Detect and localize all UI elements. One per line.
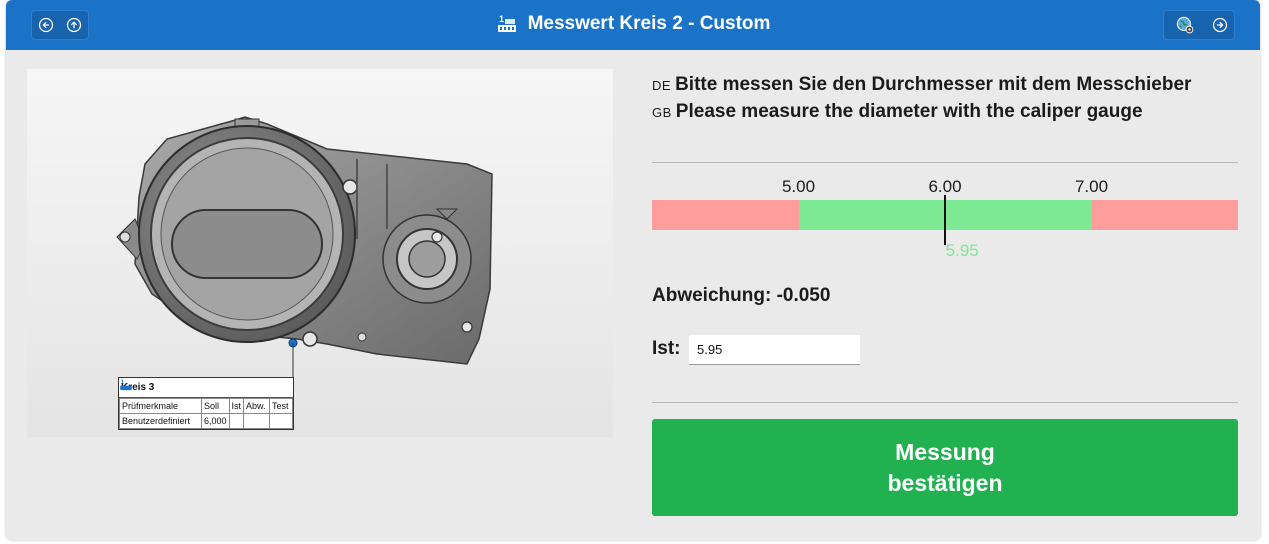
window-title-wrap: 1 Messwert Kreis 2 - Custom (6, 13, 1260, 35)
confirm-label-line1: Messung (895, 438, 995, 465)
svg-text:1: 1 (121, 380, 125, 386)
next-button[interactable] (1207, 12, 1233, 38)
nav-right-group (1163, 10, 1235, 40)
confirm-label-line2: bestätigen (887, 469, 1003, 496)
table-header: Ist (228, 398, 245, 414)
instruction-text: Please measure the diameter with the cal… (675, 101, 1143, 122)
tolerance-scale: 5.00 6.00 7.00 5.95 (652, 175, 1238, 265)
language-settings-button[interactable] (1165, 12, 1205, 38)
out-of-tolerance-high-bar (1091, 200, 1238, 230)
measurement-icon: 1 (120, 380, 132, 391)
table-cell (269, 413, 293, 429)
out-of-tolerance-low-bar (652, 200, 799, 230)
svg-text:1: 1 (499, 14, 504, 24)
table-header: Test (269, 398, 293, 414)
language-code: GB (652, 105, 672, 120)
table-cell: 6,000 (201, 413, 230, 429)
window-title: Messwert Kreis 2 - Custom (527, 13, 771, 34)
feature-tag-header: 1 Kreis 3 (119, 378, 293, 398)
actual-value-input[interactable] (689, 335, 860, 365)
app-window: 1 Messwert Kreis 2 - Custom 1 Kreis 3 Pr… (6, 0, 1260, 540)
divider (652, 162, 1238, 163)
table-header: Abw. (243, 398, 271, 414)
measured-value-marker (944, 195, 946, 245)
table-cell (243, 413, 271, 429)
instructions: DE Bitte messen Sie den Durchmesser mit d… (652, 72, 1191, 126)
deviation-value: -0.050 (776, 285, 831, 306)
3d-model-viewer[interactable]: 1 Kreis 3 Prüfmerkmale Soll Ist Abw. Tes… (27, 69, 613, 437)
lower-limit-label: 5.00 (781, 177, 816, 196)
language-code: DE (652, 78, 672, 93)
instruction-gb: GB Please measure the diameter with the c… (652, 99, 1191, 126)
upper-limit-label: 7.00 (1074, 177, 1109, 196)
measured-value-label: 5.95 (945, 241, 979, 260)
table-header: Soll (201, 398, 230, 414)
actual-label: Ist: (652, 338, 681, 359)
table-cell (228, 413, 245, 429)
table-cell: Benutzerdefiniert (119, 413, 202, 429)
title-bar: 1 Messwert Kreis 2 - Custom (6, 0, 1260, 50)
instruction-de: DE Bitte messen Sie den Durchmesser mit d… (652, 72, 1191, 99)
measurement-icon: 1 (497, 14, 516, 32)
arrow-right-circle-icon (1212, 17, 1228, 33)
engine-cover-model (116, 116, 493, 377)
feature-tag-table: Prüfmerkmale Soll Ist Abw. Test Benutzer… (119, 398, 293, 429)
table-header: Prüfmerkmale (119, 398, 202, 414)
table-row: Benutzerdefiniert 6,000 (119, 413, 293, 429)
table-header-row: Prüfmerkmale Soll Ist Abw. Test (119, 398, 293, 414)
nominal-value-label: 6.00 (928, 177, 962, 196)
confirm-measurement-button[interactable]: Messung bestätigen (652, 419, 1238, 516)
deviation-display: Abweichung: -0.050 (652, 285, 830, 307)
divider (652, 402, 1238, 403)
feature-tag[interactable]: 1 Kreis 3 Prüfmerkmale Soll Ist Abw. Tes… (118, 377, 294, 430)
globe-settings-icon (1176, 16, 1194, 34)
deviation-label: Abweichung: (652, 285, 772, 306)
instruction-text: Bitte messen Sie den Durchmesser mit dem… (675, 74, 1192, 95)
